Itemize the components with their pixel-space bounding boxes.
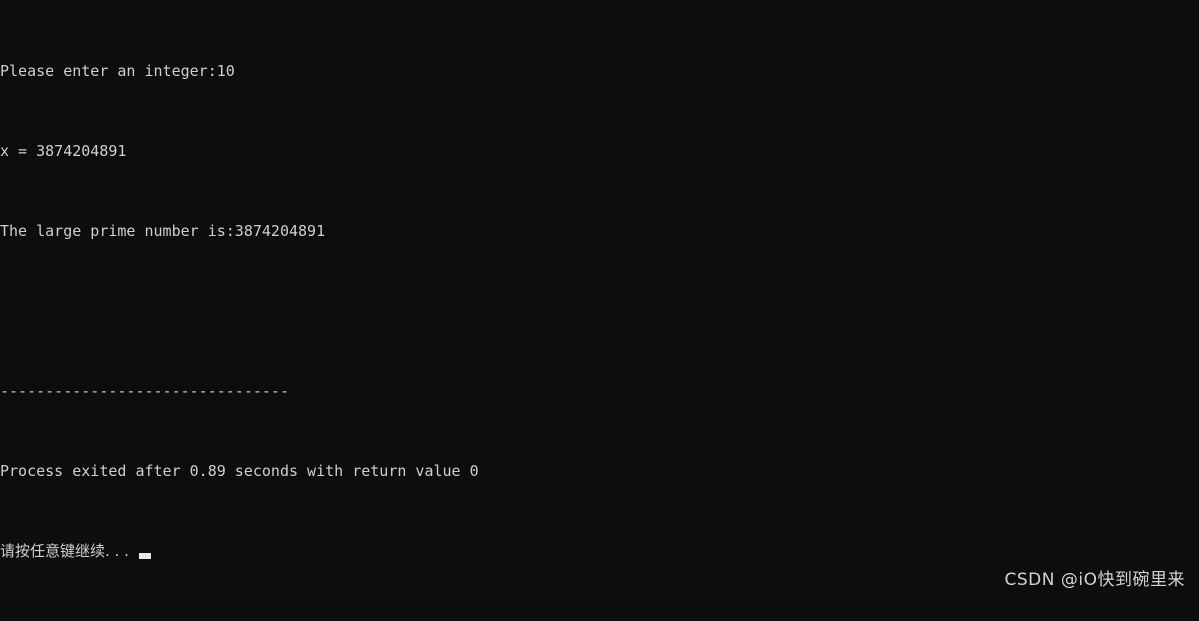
csdn-watermark: CSDN @iO快到碗里来	[1004, 570, 1185, 590]
press-any-key-row[interactable]: 请按任意键继续. . .	[0, 541, 1199, 561]
console-line-x-value: x = 3874204891	[0, 142, 127, 160]
console-output-area: Please enter an integer:10 x = 387420489…	[0, 1, 1199, 621]
press-any-key-label: 请按任意键继续. . .	[0, 542, 129, 560]
console-line-prompt-input: Please enter an integer:10	[0, 62, 235, 80]
console-line-exit-status: Process exited after 0.89 seconds with r…	[0, 462, 479, 480]
console-window[interactable]: Please enter an integer:10 x = 387420489…	[0, 0, 1199, 598]
console-line-result: The large prime number is:3874204891	[0, 222, 326, 240]
block-cursor-icon	[138, 553, 151, 559]
console-line-separator: --------------------------------	[0, 382, 289, 400]
